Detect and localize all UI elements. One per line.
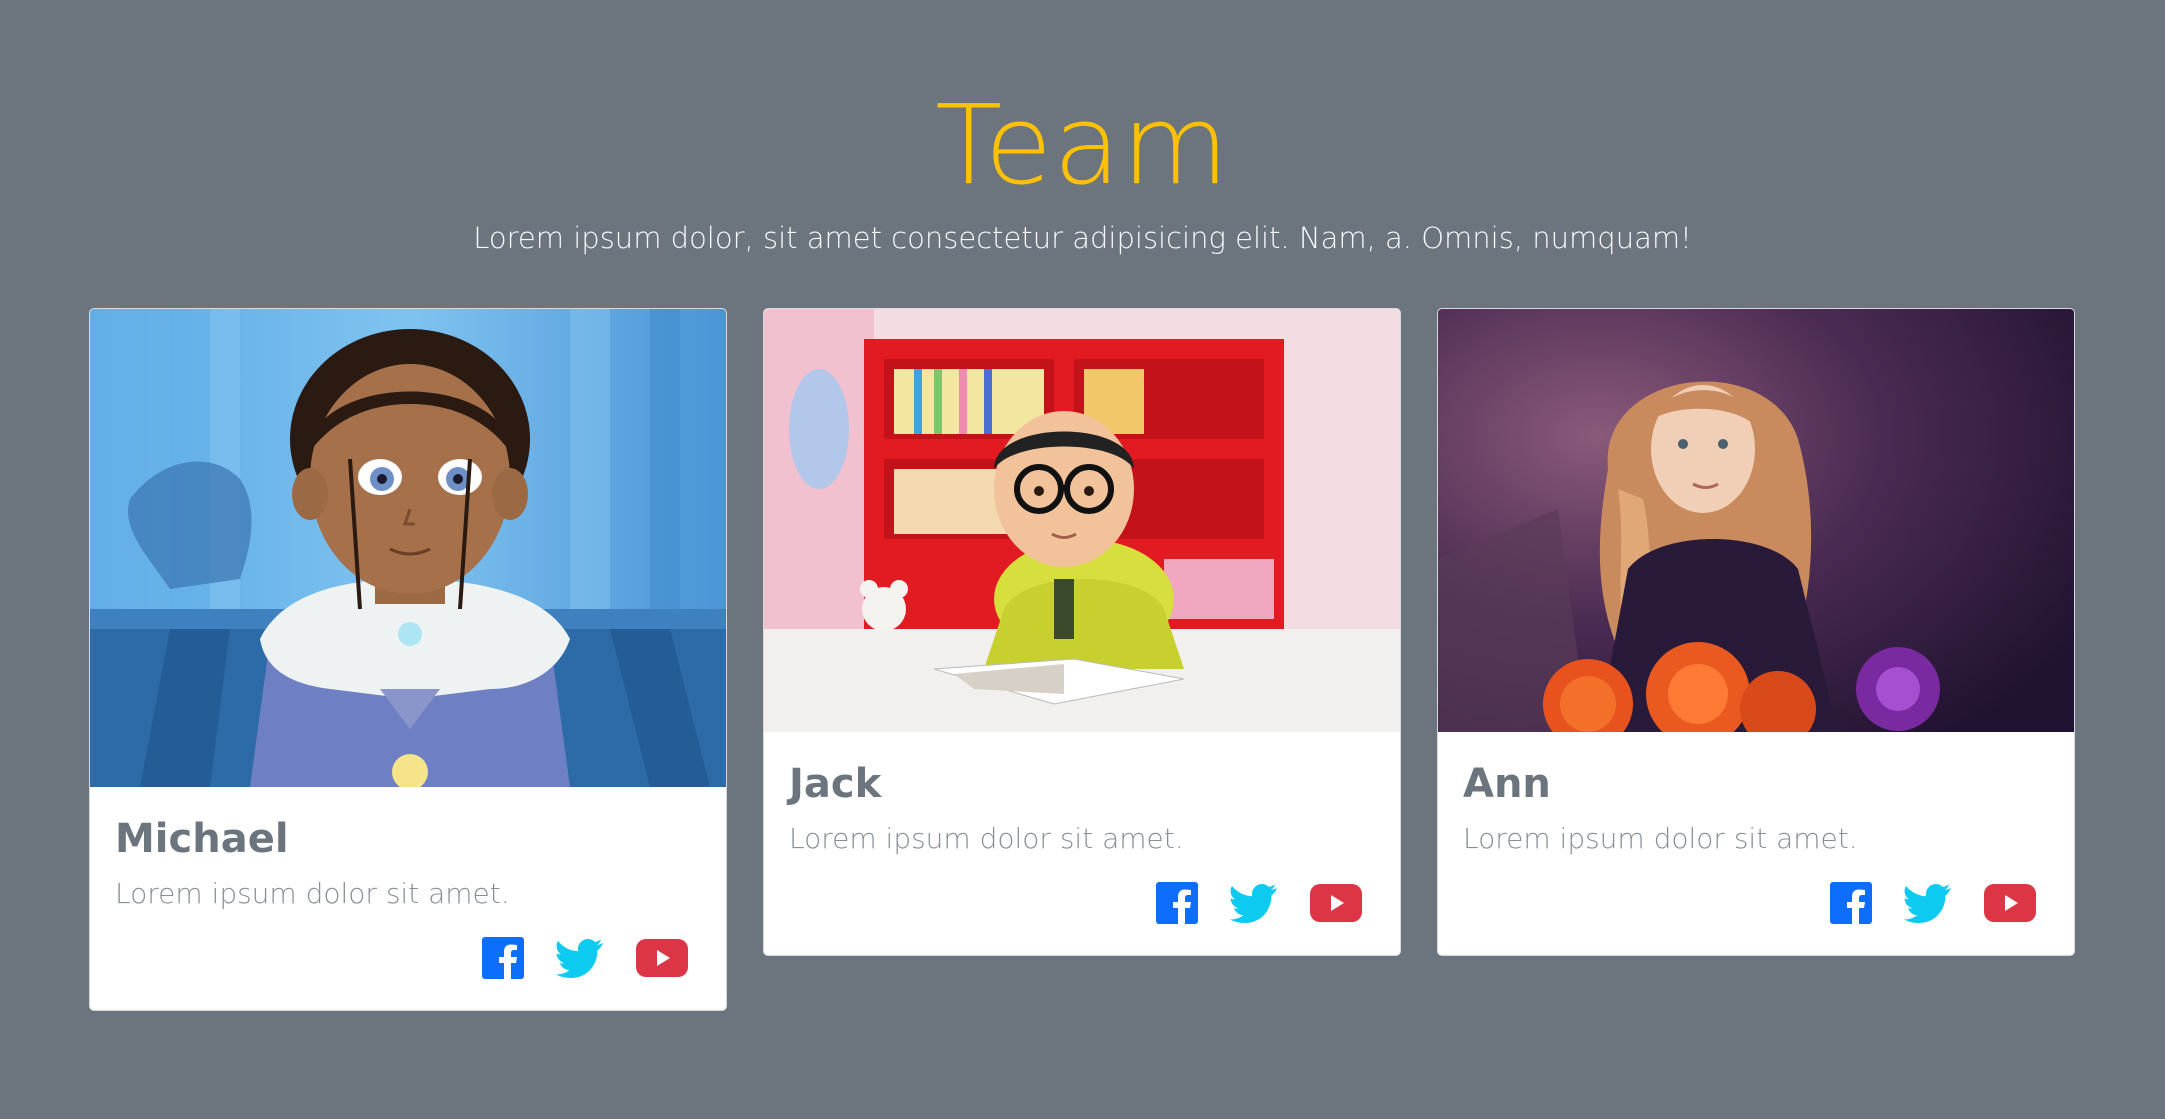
team-card: Jack Lorem ipsum dolor sit amet. — [763, 308, 1401, 956]
member-description: Lorem ipsum dolor sit amet. — [1463, 822, 1858, 855]
team-card: Ann Lorem ipsum dolor sit amet. — [1437, 308, 2075, 956]
youtube-icon[interactable] — [636, 939, 688, 977]
facebook-icon[interactable] — [482, 937, 524, 979]
twitter-icon[interactable] — [1229, 883, 1278, 923]
member-photo — [764, 309, 1400, 732]
youtube-icon[interactable] — [1984, 884, 2036, 922]
member-photo — [90, 309, 726, 787]
member-name: Ann — [1463, 761, 1551, 807]
youtube-icon[interactable] — [1310, 884, 1362, 922]
member-name: Michael — [115, 816, 289, 862]
social-links — [482, 937, 688, 979]
page-title: Team — [935, 81, 1230, 209]
twitter-icon[interactable] — [1903, 883, 1952, 923]
twitter-icon[interactable] — [555, 938, 604, 978]
social-links — [1830, 882, 2036, 924]
team-section: Team Lorem ipsum dolor, sit amet consect… — [0, 0, 2165, 1119]
facebook-icon[interactable] — [1830, 882, 1872, 924]
member-photo — [1438, 309, 2074, 732]
page-subtitle: Lorem ipsum dolor, sit amet consectetur … — [473, 221, 1692, 255]
facebook-icon[interactable] — [1156, 882, 1198, 924]
team-card: Michael Lorem ipsum dolor sit amet. — [89, 308, 727, 1011]
social-links — [1156, 882, 1362, 924]
member-description: Lorem ipsum dolor sit amet. — [789, 822, 1184, 855]
member-description: Lorem ipsum dolor sit amet. — [115, 877, 510, 910]
member-name: Jack — [789, 761, 882, 807]
